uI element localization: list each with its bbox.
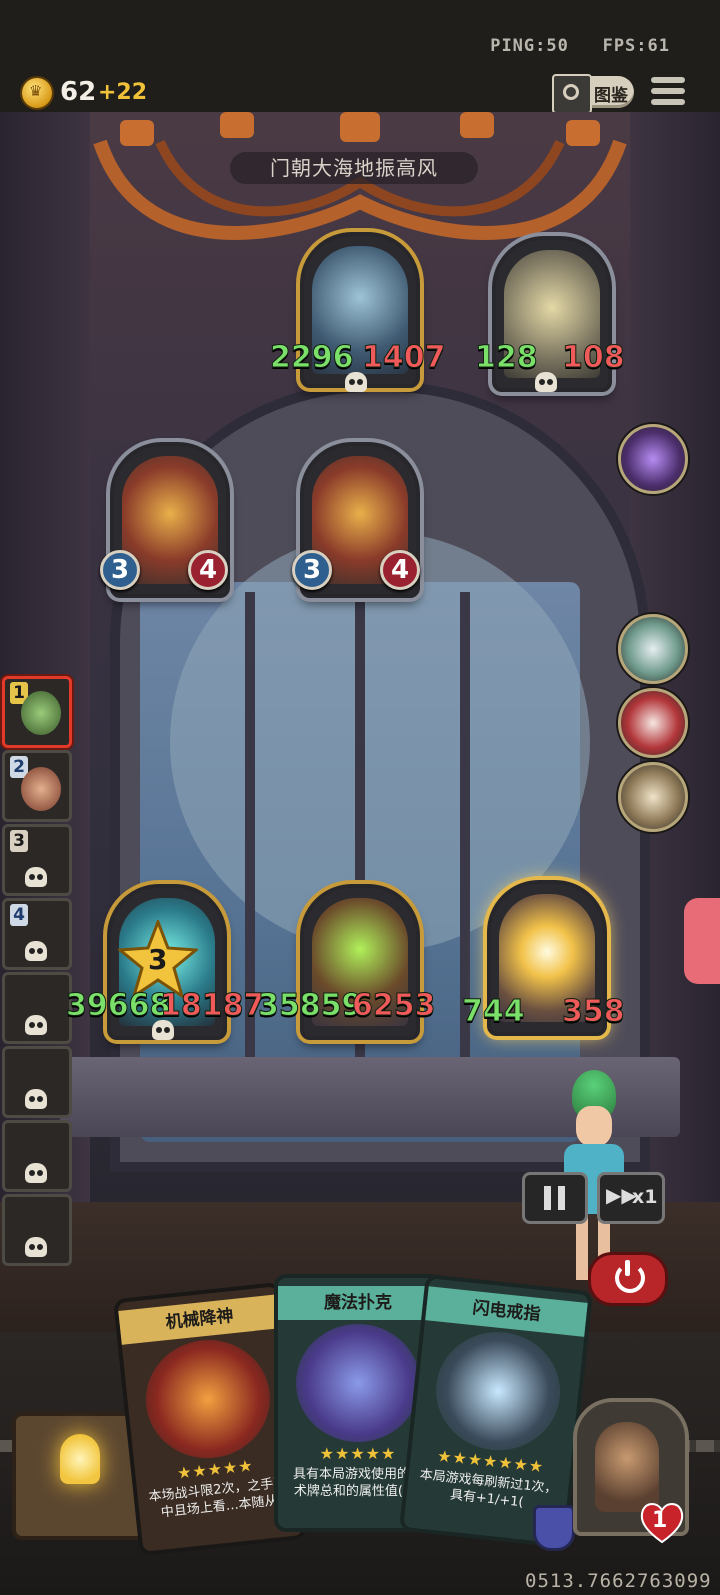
card-title: 闪电戒指 [425, 1286, 588, 1337]
gem-relic-icon[interactable] [618, 424, 688, 494]
side-tab[interactable] [684, 898, 720, 984]
card-title: 魔法扑克 [278, 1286, 438, 1320]
menu-button[interactable] [651, 75, 685, 107]
queue-slot[interactable] [2, 1046, 72, 1118]
queue-number: 4 [10, 904, 28, 926]
coin-icon: ♛ [22, 78, 52, 108]
ally-2-attack: 35859 [257, 988, 363, 1024]
board-title: 门朝大海地振高风 [230, 152, 478, 184]
queue-slot[interactable]: 3 [2, 824, 72, 896]
card-art [430, 1325, 566, 1457]
enemy-1-attack: 2296 [270, 340, 354, 376]
pause-button[interactable] [522, 1172, 588, 1224]
skull-icon [25, 867, 47, 887]
enemy-2-health: 108 [562, 340, 626, 376]
queue-slot[interactable]: 2 [2, 750, 72, 822]
shield-icon [533, 1505, 575, 1551]
lightbulb-icon [60, 1434, 100, 1484]
queue-slot[interactable] [2, 1194, 72, 1266]
fps-label: FPS:61 [602, 36, 670, 56]
tribal-avatar [21, 767, 61, 811]
menu-icon [651, 77, 685, 83]
codex-label: 图鉴 [594, 86, 628, 106]
ally-1-attack: 39668 [65, 988, 171, 1024]
pause-icon [544, 1186, 551, 1210]
ghost-relic-icon[interactable] [618, 614, 688, 684]
ally-3-attack: 744 [462, 994, 526, 1030]
enemy-1-health: 1407 [362, 340, 446, 376]
goblin-avatar [21, 691, 61, 735]
codex-button[interactable]: 图鉴 [552, 74, 634, 114]
minion-2-health: 4 [380, 550, 420, 590]
skull-icon [535, 372, 557, 392]
queue-slot[interactable]: 1 [2, 676, 72, 748]
queue-slot[interactable] [2, 1120, 72, 1192]
skull-icon [25, 1089, 47, 1109]
window-mullion [460, 592, 470, 1132]
skull-icon [25, 1237, 47, 1257]
mask-relic-icon[interactable] [618, 688, 688, 758]
skull-icon [25, 1163, 47, 1183]
ally-2-health: 6253 [352, 988, 436, 1024]
queue-slot[interactable] [2, 972, 72, 1044]
queue-slot[interactable]: 4 [2, 898, 72, 970]
power-icon [615, 1263, 645, 1293]
player-lives: 1 [652, 1508, 668, 1533]
skull-icon [152, 1020, 174, 1040]
coin-count: 62 [60, 77, 97, 107]
ally-1-health: 18187 [159, 988, 265, 1024]
speed-label: x1 [632, 1186, 658, 1208]
surrender-button[interactable] [588, 1252, 668, 1306]
star-level: 3 [148, 943, 168, 976]
card-art [296, 1324, 420, 1442]
window-mullion [245, 592, 255, 1132]
hero-face [595, 1422, 659, 1512]
serial-number: 0513.7662763099 [525, 1570, 712, 1592]
minion-2-attack: 3 [292, 550, 332, 590]
minion-1-health: 4 [188, 550, 228, 590]
avatar-face [576, 1106, 612, 1146]
enemy-2-attack: 128 [475, 340, 539, 376]
card-art [140, 1333, 276, 1465]
card-title: 机械降神 [118, 1294, 281, 1345]
window-mullion [355, 582, 365, 1132]
skull-icon [25, 941, 47, 961]
queue-number: 3 [10, 830, 28, 852]
skull-icon [345, 372, 367, 392]
book-icon [552, 74, 592, 114]
coin-bonus: +22 [98, 80, 148, 105]
network-status: PING:50 FPS:61 [490, 36, 670, 56]
speed-button[interactable]: ▶▶ x1 [597, 1172, 665, 1224]
ally-3-health: 358 [562, 994, 626, 1030]
skull-icon [25, 1015, 47, 1035]
ping-label: PING:50 [490, 36, 569, 56]
fan-relic-icon[interactable] [618, 762, 688, 832]
minion-1-attack: 3 [100, 550, 140, 590]
